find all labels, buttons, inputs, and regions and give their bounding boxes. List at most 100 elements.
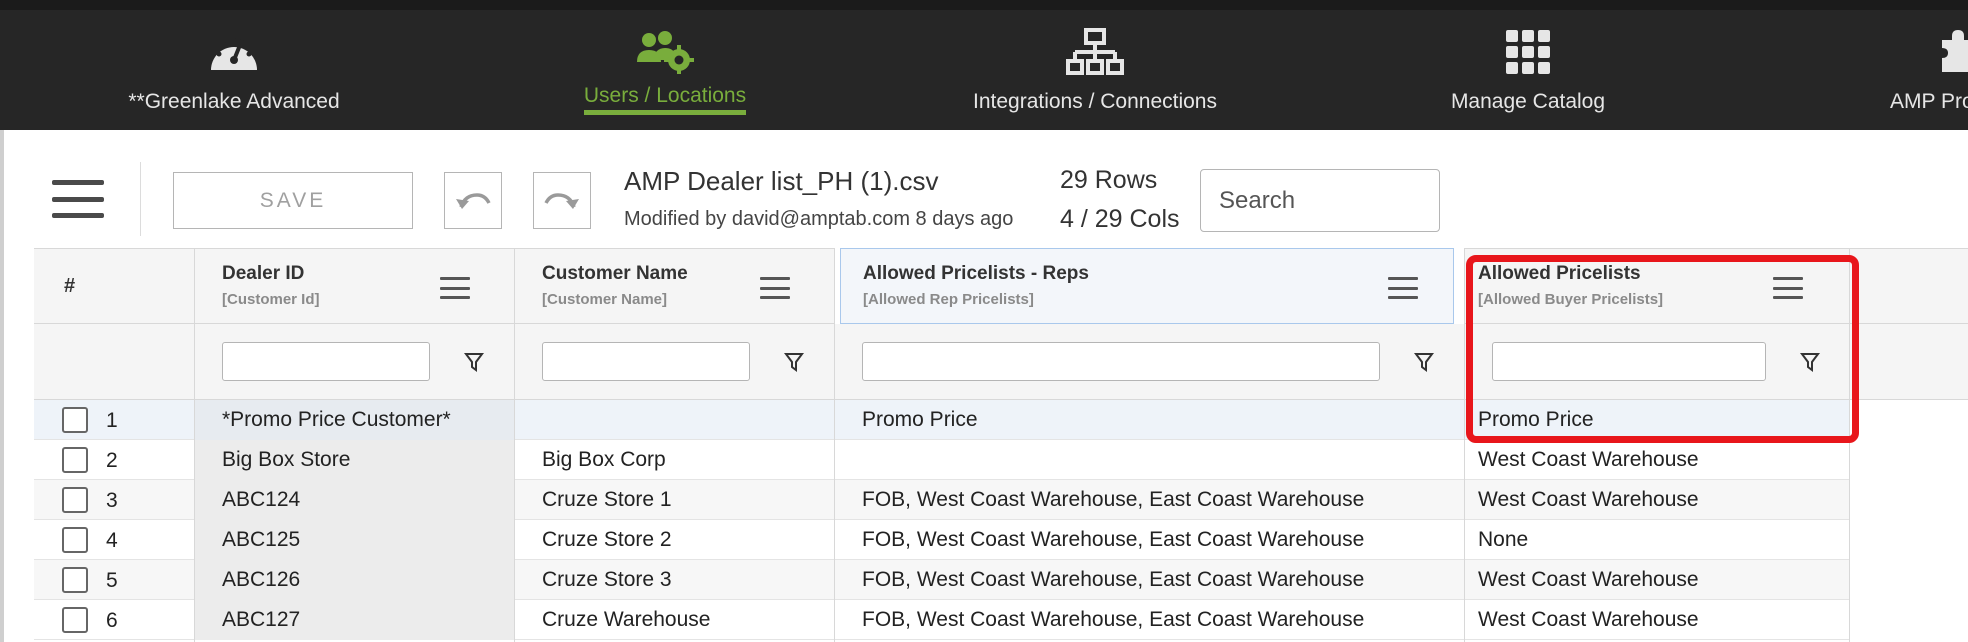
table-row[interactable]: 3 ABC124 Cruze Store 1 FOB, West Coast W… — [34, 480, 1849, 520]
data-grid: # Dealer ID [Customer Id] Customer Name … — [34, 248, 1968, 642]
nav-label: Integrations / Connections — [973, 90, 1217, 113]
cell-dealer-id[interactable]: ABC125 — [194, 520, 514, 560]
nav-item-manage-catalog[interactable]: Manage Catalog — [1418, 24, 1638, 130]
cell-allowed-pricelists[interactable]: West Coast Warehouse — [1464, 560, 1849, 600]
row-number: 3 — [106, 489, 118, 512]
header-dealer-id: Dealer ID [Customer Id] — [194, 248, 514, 324]
nav-item-integrations[interactable]: Integrations / Connections — [955, 24, 1235, 130]
undo-button[interactable] — [444, 172, 502, 229]
column-title: Allowed Pricelists — [1478, 263, 1641, 284]
column-subtitle: [Customer Id] — [222, 291, 320, 308]
column-subtitle: [Allowed Buyer Pricelists] — [1478, 291, 1664, 308]
cell-allowed-pricelists[interactable]: Promo Price — [1464, 400, 1849, 440]
table-row[interactable]: 4 ABC125 Cruze Store 2 FOB, West Coast W… — [34, 520, 1849, 560]
nav-item-users-locations[interactable]: Users / Locations — [560, 24, 770, 130]
column-divider — [1464, 248, 1465, 642]
cell-dealer-id[interactable]: Big Box Store — [194, 440, 514, 480]
cell-allowed-pricelists[interactable]: None — [1464, 520, 1849, 560]
column-subtitle: [Allowed Rep Pricelists] — [863, 291, 1034, 308]
row-number: 4 — [106, 529, 118, 552]
filter-row — [34, 324, 1968, 400]
row-checkbox[interactable] — [62, 567, 88, 593]
cell-customer-name[interactable]: Cruze Store 1 — [514, 480, 834, 520]
top-nav: **Greenlake Advanced Users / Locations I… — [0, 0, 1968, 130]
filter-input-allowed-pricelists-reps[interactable] — [862, 342, 1380, 381]
filter-icon[interactable] — [464, 351, 484, 373]
column-divider — [514, 248, 515, 642]
cell-allowed-pricelists-reps[interactable]: FOB, West Coast Warehouse, East Coast Wa… — [834, 600, 1464, 640]
filter-input-dealer-id[interactable] — [222, 342, 430, 381]
redo-icon — [544, 192, 579, 209]
header-allowed-pricelists-reps: Allowed Pricelists - Reps [Allowed Rep P… — [840, 248, 1454, 324]
toolbar-divider — [140, 162, 141, 236]
filter-icon[interactable] — [784, 351, 804, 373]
column-title: Dealer ID — [222, 263, 305, 284]
table-row[interactable]: 6 ABC127 Cruze Warehouse FOB, West Coast… — [34, 600, 1849, 640]
header-allowed-pricelists: Allowed Pricelists [Allowed Buyer Pricel… — [1464, 248, 1849, 324]
speedometer-icon — [207, 24, 261, 80]
row-checkbox[interactable] — [62, 447, 88, 473]
column-divider — [194, 248, 195, 642]
nav-label: **Greenlake Advanced — [128, 90, 340, 113]
column-menu-icon[interactable] — [440, 277, 470, 299]
file-modified-info: Modified by david@amptab.com 8 days ago — [624, 208, 1014, 230]
column-title: Allowed Pricelists - Reps — [863, 263, 1089, 284]
cell-allowed-pricelists-reps[interactable]: Promo Price — [834, 400, 1464, 440]
filter-icon[interactable] — [1800, 351, 1820, 373]
column-divider — [834, 248, 835, 642]
cell-allowed-pricelists[interactable]: West Coast Warehouse — [1464, 600, 1849, 640]
puzzle-icon — [1890, 24, 1968, 80]
cell-dealer-id[interactable]: ABC124 — [194, 480, 514, 520]
row-checkbox[interactable] — [62, 407, 88, 433]
cell-allowed-pricelists-reps[interactable] — [834, 440, 1464, 480]
cell-allowed-pricelists-reps[interactable]: FOB, West Coast Warehouse, East Coast Wa… — [834, 560, 1464, 600]
file-name: AMP Dealer list_PH (1).csv — [624, 166, 939, 196]
nav-label: Manage Catalog — [1450, 90, 1606, 113]
hamburger-menu-icon[interactable] — [52, 180, 104, 218]
column-divider — [1849, 248, 1850, 642]
row-number: 1 — [106, 409, 118, 432]
header-customer-name: Customer Name [Customer Name] — [514, 248, 834, 324]
table-row[interactable]: 1 *Promo Price Customer* Promo Price Pro… — [34, 400, 1849, 440]
filter-icon[interactable] — [1414, 351, 1434, 373]
cell-dealer-id[interactable]: ABC127 — [194, 600, 514, 640]
save-button[interactable]: SAVE — [173, 172, 413, 229]
undo-icon — [456, 192, 491, 209]
row-checkbox[interactable] — [62, 607, 88, 633]
cell-customer-name[interactable]: Cruze Store 3 — [514, 560, 834, 600]
nav-label: Users / Locations — [583, 84, 747, 115]
cell-customer-name[interactable]: Cruze Warehouse — [514, 600, 834, 640]
cell-allowed-pricelists-reps[interactable]: FOB, West Coast Warehouse, East Coast Wa… — [834, 520, 1464, 560]
column-menu-icon[interactable] — [1773, 277, 1803, 299]
nav-item-amp-pro[interactable]: AMP Pro — [1890, 24, 1968, 130]
search-input[interactable] — [1200, 169, 1440, 232]
row-checkbox[interactable] — [62, 487, 88, 513]
rows-count: 29 Rows — [1060, 166, 1158, 194]
cell-customer-name[interactable]: Big Box Corp — [514, 440, 834, 480]
header-empty — [1849, 248, 1968, 324]
users-gear-icon — [635, 24, 695, 80]
row-number: 6 — [106, 609, 118, 632]
table-row[interactable]: 5 ABC126 Cruze Store 3 FOB, West Coast W… — [34, 560, 1849, 600]
cell-allowed-pricelists[interactable]: West Coast Warehouse — [1464, 440, 1849, 480]
row-number: 5 — [106, 569, 118, 592]
table-row[interactable]: 2 Big Box Store Big Box Corp West Coast … — [34, 440, 1849, 480]
cell-allowed-pricelists[interactable]: West Coast Warehouse — [1464, 480, 1849, 520]
nav-item-greenlake[interactable]: **Greenlake Advanced — [94, 24, 374, 130]
network-icon — [1066, 24, 1124, 80]
nav-label: AMP Pro — [1890, 90, 1968, 113]
cell-customer-name[interactable]: Cruze Store 2 — [514, 520, 834, 560]
filter-input-allowed-pricelists[interactable] — [1492, 342, 1766, 381]
column-menu-icon[interactable] — [1388, 277, 1418, 299]
filter-input-customer-name[interactable] — [542, 342, 750, 381]
cell-dealer-id[interactable]: *Promo Price Customer* — [194, 400, 514, 440]
redo-button[interactable] — [533, 172, 591, 229]
column-title: Customer Name — [542, 263, 688, 284]
cell-dealer-id[interactable]: ABC126 — [194, 560, 514, 600]
row-checkbox[interactable] — [62, 527, 88, 553]
row-number: 2 — [106, 449, 118, 472]
cell-allowed-pricelists-reps[interactable]: FOB, West Coast Warehouse, East Coast Wa… — [834, 480, 1464, 520]
column-menu-icon[interactable] — [760, 277, 790, 299]
header-row-number: # — [34, 248, 194, 324]
cell-customer-name[interactable] — [514, 400, 834, 440]
